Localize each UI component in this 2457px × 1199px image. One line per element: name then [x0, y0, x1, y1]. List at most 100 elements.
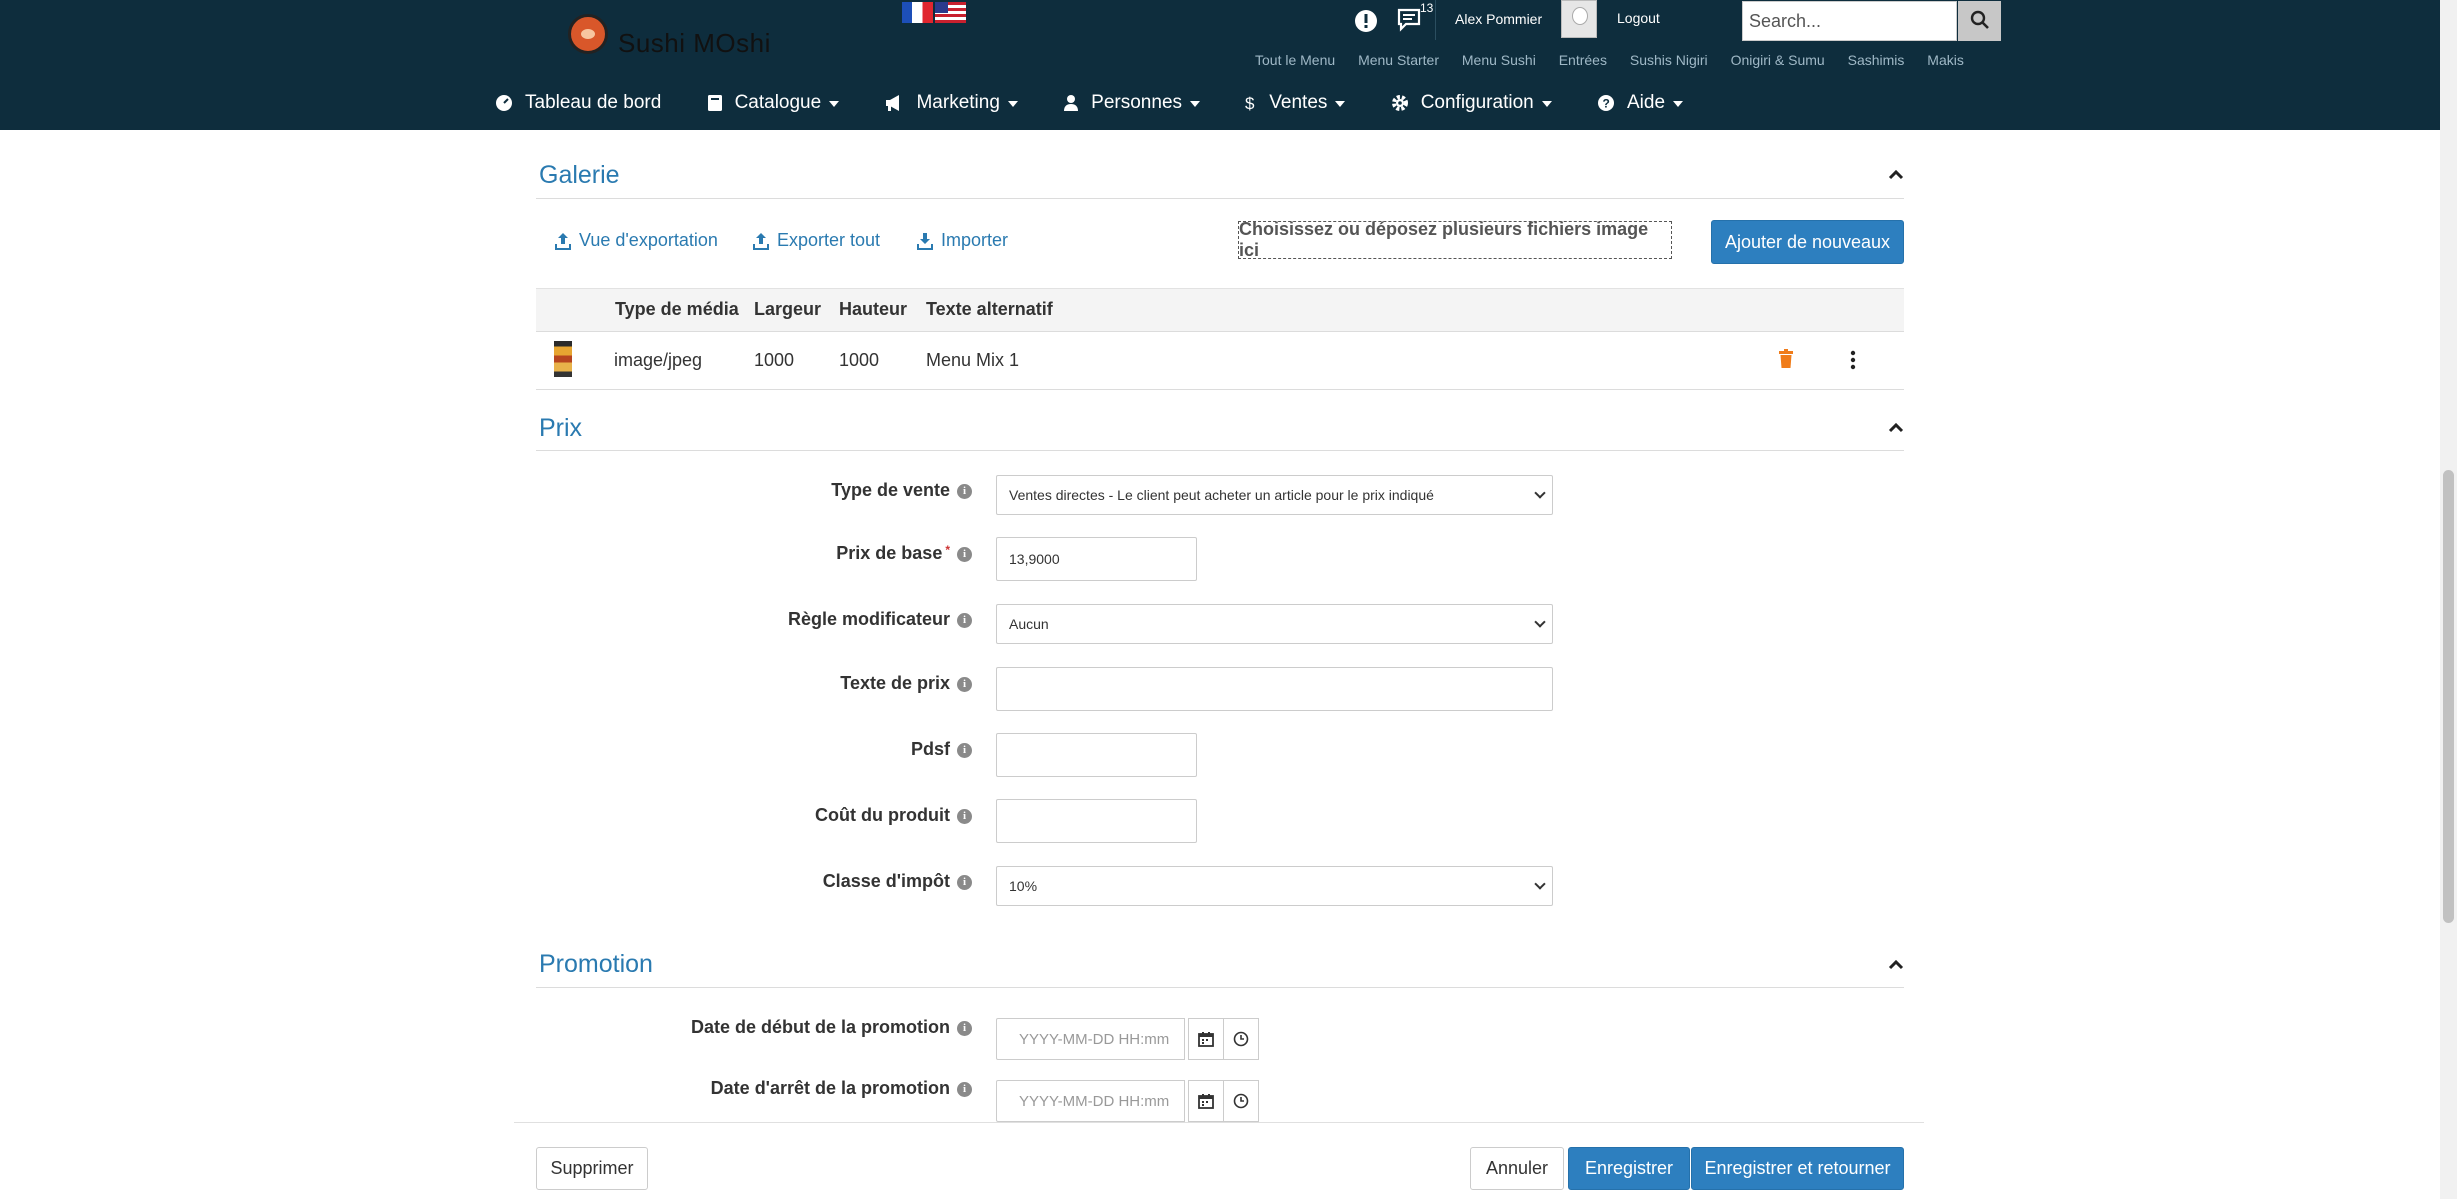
quick-links: Tout le Menu Menu Starter Menu Sushi Ent…: [1255, 52, 1983, 68]
search-button[interactable]: [1958, 1, 2001, 41]
promo-start-label: Date de début de la promotion: [690, 1017, 950, 1037]
french-flag-icon[interactable]: [902, 2, 933, 23]
image-thumbnail[interactable]: [554, 341, 572, 377]
image-dropzone[interactable]: Choisissez ou déposez plusieurs fichiers…: [1238, 219, 1672, 260]
quick-link-entrees[interactable]: Entrées: [1559, 52, 1607, 68]
clock-button[interactable]: [1223, 1018, 1259, 1060]
save-and-return-button[interactable]: Enregistrer et retourner: [1691, 1147, 1904, 1190]
promo-start-input[interactable]: YYYY-MM-DD HH:mm: [996, 1018, 1185, 1060]
logo-icon[interactable]: [568, 14, 608, 54]
calendar-button[interactable]: [1188, 1080, 1224, 1122]
add-new-button[interactable]: Ajouter de nouveaux: [1711, 220, 1904, 264]
collapse-price-icon[interactable]: [1888, 421, 1904, 433]
info-icon[interactable]: i: [957, 1021, 972, 1036]
header-divider: [1435, 0, 1436, 40]
pdsf-input[interactable]: [996, 733, 1197, 777]
export-all-label: Exporter tout: [777, 230, 881, 250]
table-row[interactable]: image/jpeg 1000 1000 Menu Mix 1: [536, 331, 1904, 390]
quick-link-onigiri-sumu[interactable]: Onigiri & Sumu: [1731, 52, 1825, 68]
trash-icon[interactable]: [1778, 349, 1794, 369]
us-flag-icon[interactable]: [935, 2, 966, 23]
product-cost-label: Coût du produit: [815, 805, 950, 825]
nav-tableau-de-bord[interactable]: Tableau de bord: [495, 92, 661, 114]
col-media-type[interactable]: Type de média: [615, 299, 739, 320]
caret-down-icon: [1007, 101, 1018, 107]
info-icon[interactable]: i: [957, 743, 972, 758]
nav-personnes[interactable]: Personnes: [1063, 92, 1201, 114]
base-price-label: Prix de base *: [836, 543, 950, 564]
main-nav: Tableau de bord Catalogue Marketing Pers…: [495, 92, 1723, 116]
col-width[interactable]: Largeur: [754, 299, 821, 320]
clock-button[interactable]: [1223, 1080, 1259, 1122]
col-height[interactable]: Hauteur: [839, 299, 907, 320]
info-icon[interactable]: i: [957, 547, 972, 562]
logo-text[interactable]: Sushi MOshi: [618, 28, 771, 59]
user-name[interactable]: Alex Pommier: [1455, 11, 1542, 27]
nav-label: Marketing: [916, 92, 1000, 113]
footer-divider: [514, 1122, 1924, 1123]
logout-link[interactable]: Logout: [1617, 10, 1660, 26]
required-marker: *: [945, 543, 950, 557]
calendar-button[interactable]: [1188, 1018, 1224, 1060]
cell-width: 1000: [754, 350, 795, 370]
quick-link-menu-sushi[interactable]: Menu Sushi: [1462, 52, 1536, 68]
product-cost-input[interactable]: [996, 799, 1197, 843]
info-icon[interactable]: i: [957, 613, 972, 628]
price-section-title[interactable]: Prix: [539, 414, 582, 443]
info-icon[interactable]: i: [957, 677, 972, 692]
cancel-button[interactable]: Annuler: [1470, 1147, 1564, 1190]
section-divider: [536, 450, 1904, 451]
caret-down-icon: [1541, 101, 1552, 107]
collapse-promotion-icon[interactable]: [1888, 958, 1904, 970]
base-price-input[interactable]: 13,9000: [996, 537, 1197, 581]
modifier-rule-select[interactable]: Aucun: [996, 604, 1553, 644]
gallery-title[interactable]: Galerie: [539, 161, 620, 190]
upload-icon: [753, 232, 769, 250]
quick-link-makis[interactable]: Makis: [1927, 52, 1964, 68]
pdsf-label: Pdsf: [910, 739, 950, 759]
caret-down-icon: [1673, 101, 1684, 107]
avatar[interactable]: [1561, 0, 1597, 38]
search-input[interactable]: [1742, 1, 1957, 41]
quick-link-sashimis[interactable]: Sashimis: [1848, 52, 1905, 68]
info-icon[interactable]: i: [957, 1082, 972, 1097]
nav-configuration[interactable]: Configuration: [1391, 92, 1552, 114]
search-icon: [1970, 10, 1989, 29]
quick-link-tout-le-menu[interactable]: Tout le Menu: [1255, 52, 1335, 68]
nav-ventes[interactable]: $ Ventes: [1245, 92, 1346, 114]
scrollbar-thumb[interactable]: [2443, 470, 2454, 923]
promo-start-placeholder: YYYY-MM-DD HH:mm: [1019, 1030, 1170, 1048]
save-button[interactable]: Enregistrer: [1568, 1147, 1690, 1190]
delete-button[interactable]: Supprimer: [536, 1147, 648, 1190]
gear-icon: [1391, 95, 1408, 111]
user-icon: [1064, 95, 1079, 111]
cell-height: 1000: [839, 350, 880, 370]
nav-marketing[interactable]: Marketing: [884, 92, 1018, 114]
notification-icon[interactable]: [1351, 6, 1381, 36]
export-all-button[interactable]: Exporter tout: [753, 230, 880, 251]
quick-link-menu-starter[interactable]: Menu Starter: [1358, 52, 1439, 68]
sale-type-select[interactable]: Ventes directes - Le client peut acheter…: [996, 475, 1553, 515]
section-divider: [536, 987, 1904, 988]
col-alt-text[interactable]: Texte alternatif: [926, 299, 1053, 320]
svg-text:$: $: [1245, 94, 1255, 112]
tax-class-select[interactable]: 10%: [996, 866, 1553, 906]
nav-catalogue[interactable]: Catalogue: [707, 92, 840, 114]
more-options-icon[interactable]: [1850, 350, 1856, 370]
price-text-input[interactable]: [996, 667, 1553, 711]
nav-aide[interactable]: ? Aide: [1597, 92, 1684, 114]
quick-link-sushis-nigiri[interactable]: Sushis Nigiri: [1630, 52, 1708, 68]
nav-label: Catalogue: [734, 92, 822, 113]
nav-label: Aide: [1627, 92, 1666, 113]
promo-end-input[interactable]: YYYY-MM-DD HH:mm: [996, 1080, 1185, 1122]
import-button[interactable]: Importer: [917, 230, 1008, 251]
export-view-button[interactable]: Vue d'exportation: [555, 230, 718, 251]
collapse-gallery-icon[interactable]: [1888, 168, 1904, 180]
info-icon[interactable]: i: [957, 484, 972, 499]
info-icon[interactable]: i: [957, 875, 972, 890]
tax-class-value: 10%: [1009, 878, 1038, 894]
calendar-icon: [1198, 1094, 1214, 1109]
info-icon[interactable]: i: [957, 809, 972, 824]
gallery-table-header: Type de média Largeur Hauteur Texte alte…: [536, 288, 1904, 332]
promotion-section-title[interactable]: Promotion: [539, 950, 653, 979]
